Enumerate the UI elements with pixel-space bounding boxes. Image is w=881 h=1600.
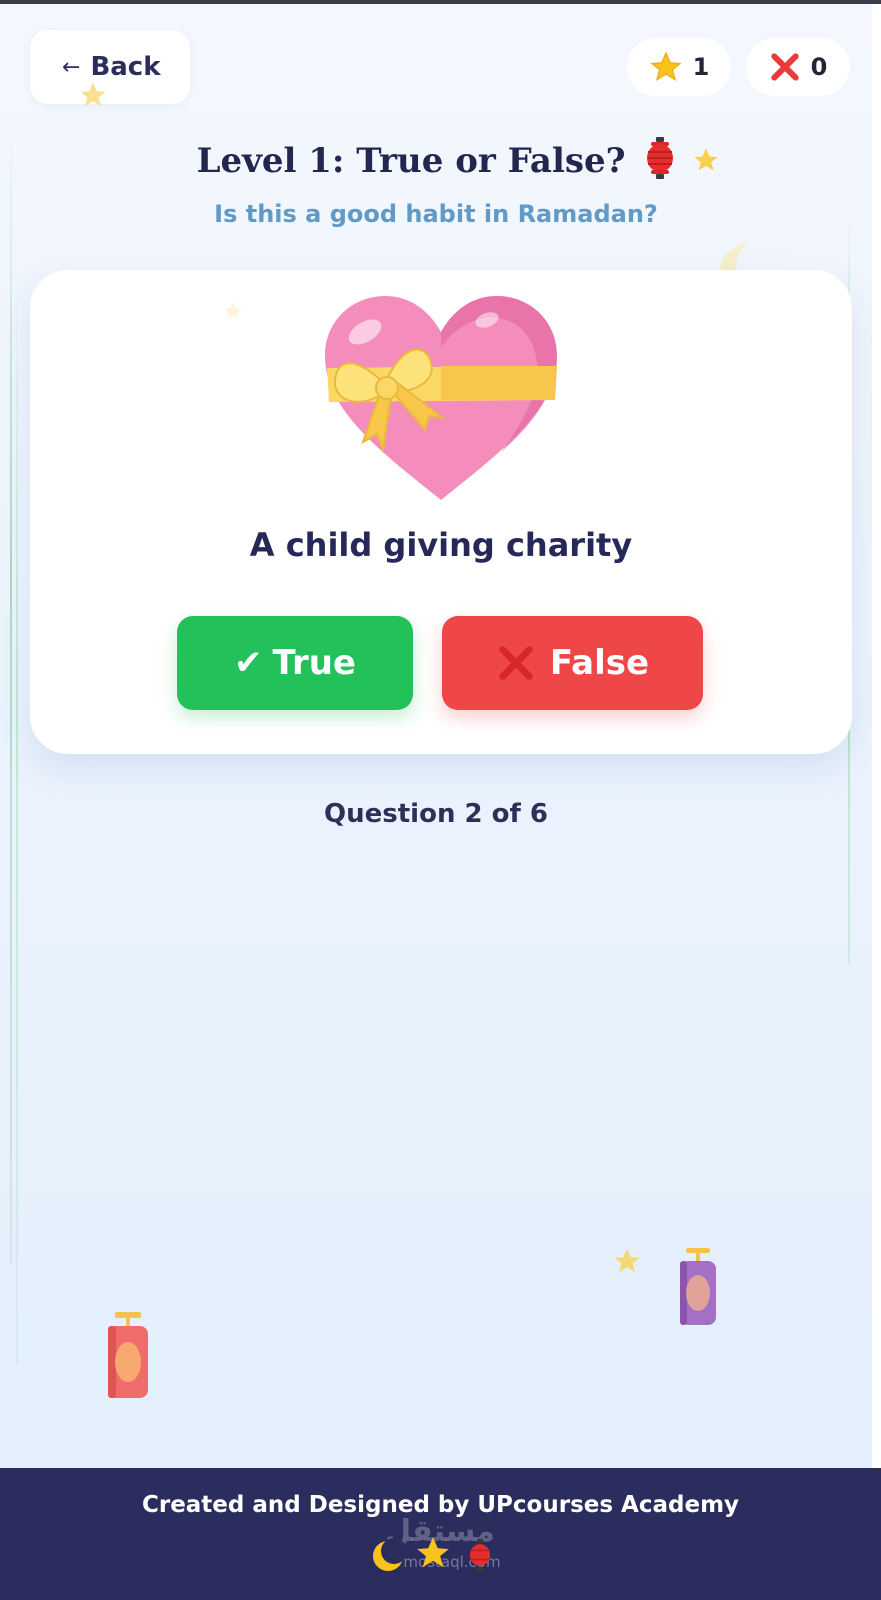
false-button[interactable]: False xyxy=(442,616,703,710)
cross-icon xyxy=(499,646,533,680)
cross-icon xyxy=(770,53,799,81)
check-icon: ✔ xyxy=(234,643,263,683)
back-button-label: Back xyxy=(90,52,161,82)
star-decoration-icon xyxy=(694,148,718,171)
false-button-label: False xyxy=(549,643,650,683)
lantern-icon xyxy=(647,137,674,179)
right-edge xyxy=(872,4,881,1600)
left-glow-line xyxy=(10,114,12,1264)
star-decoration-icon xyxy=(223,301,243,320)
stars-counter: 1 xyxy=(627,38,731,96)
crescent-moon-icon xyxy=(373,1538,406,1571)
back-arrow-icon: ← xyxy=(62,54,81,80)
footer-icons xyxy=(370,1537,510,1578)
footer: Created and Designed by UPcourses Academ… xyxy=(0,1468,881,1600)
red-lantern-icon xyxy=(108,1312,148,1398)
game-screen: ← Back 1 0 Level 1: True or False? Is th… xyxy=(0,4,872,1468)
star-icon xyxy=(417,1537,449,1568)
question-progress: Question 2 of 6 xyxy=(324,799,548,829)
question-statement: A child giving charity xyxy=(249,526,633,564)
wrong-counter: 0 xyxy=(746,38,850,96)
heart-with-ribbon-icon xyxy=(321,292,561,512)
lantern-icon xyxy=(469,1538,491,1572)
star-decoration-icon xyxy=(80,82,106,107)
purple-lantern-icon xyxy=(680,1248,716,1325)
question-card: A child giving charity ✔ True False xyxy=(30,270,852,754)
back-button[interactable]: ← Back xyxy=(30,30,190,104)
true-button[interactable]: ✔ True xyxy=(177,616,413,710)
stars-count: 1 xyxy=(692,53,710,81)
level-subtitle: Is this a good habit in Ramadan? xyxy=(214,200,658,228)
wrong-count: 0 xyxy=(810,53,828,81)
level-title-text: Level 1: True or False? xyxy=(196,141,626,181)
star-decoration-icon xyxy=(614,1248,640,1273)
star-icon xyxy=(650,51,682,81)
true-button-label: True xyxy=(272,643,357,683)
level-title: Level 1: True or False? xyxy=(0,136,872,181)
